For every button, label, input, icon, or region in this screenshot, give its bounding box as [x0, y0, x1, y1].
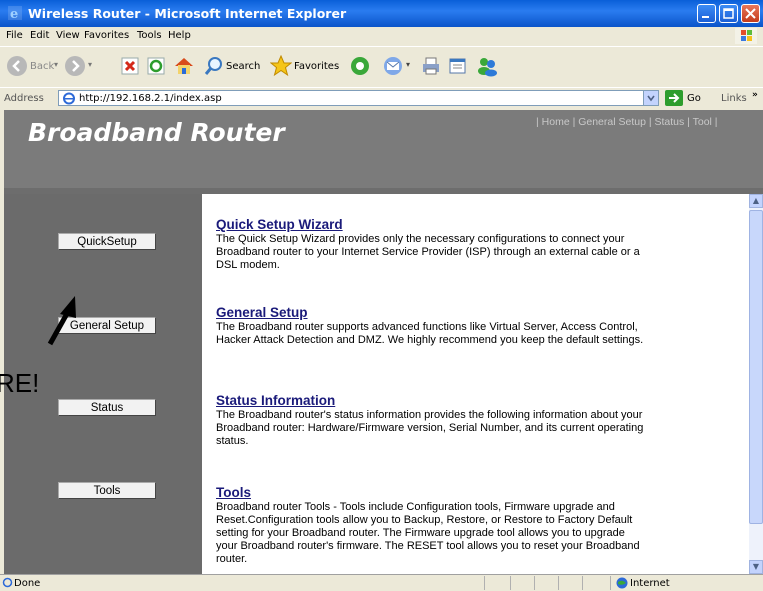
menu-bar: File Edit View Favorites Tools Help [0, 27, 763, 45]
section-general-setup: General Setup The Broadband router suppo… [216, 305, 646, 347]
home-icon [175, 58, 193, 74]
media-button[interactable] [347, 47, 371, 87]
section-status: Status Information The Broadband router'… [216, 393, 646, 448]
print-button[interactable] [419, 47, 443, 87]
main-content: Quick Setup Wizard The Quick Setup Wizar… [202, 194, 748, 574]
messenger-button[interactable] [474, 47, 500, 87]
search-icon [204, 57, 222, 75]
mail-icon [384, 57, 402, 75]
maximize-button[interactable] [719, 4, 738, 23]
tools-link[interactable]: Tools [216, 485, 646, 500]
close-button[interactable] [741, 4, 760, 23]
router-header: Broadband Router | Home | General Setup … [4, 110, 763, 188]
mail-dropdown-icon[interactable]: ▾ [406, 60, 410, 69]
scroll-thumb[interactable] [749, 210, 763, 524]
tools-button[interactable]: Tools [58, 482, 156, 499]
security-zone: Internet [630, 578, 670, 589]
address-dropdown-icon[interactable] [643, 91, 658, 105]
status-info-link[interactable]: Status Information [216, 393, 646, 408]
stop-button[interactable] [119, 47, 143, 87]
favorites-button[interactable]: Favorites [268, 47, 342, 87]
scroll-up-icon[interactable]: ▲ [749, 194, 763, 208]
annotation-text: RE! [0, 368, 40, 398]
favorites-label: Favorites [294, 61, 340, 72]
ie-window: e Wireless Router - Microsoft Internet E… [0, 0, 763, 591]
messenger-icon [478, 58, 497, 77]
favorites-star-icon [270, 55, 292, 77]
links-label[interactable]: Links [721, 93, 747, 104]
minimize-button[interactable] [697, 4, 716, 23]
toolbar: Back ▾ ▾ Search Favorites ▾ [0, 46, 763, 87]
menu-help[interactable]: Help [168, 30, 191, 41]
edit-page-icon [449, 58, 466, 74]
address-url: http://192.168.2.1/index.asp [79, 93, 222, 104]
search-button[interactable]: Search [202, 47, 266, 87]
status-info-desc: The Broadband router's status informatio… [216, 409, 644, 447]
edit-button[interactable] [446, 47, 470, 87]
status-text: Done [14, 578, 41, 589]
tools-desc: Broadband router Tools - Tools include C… [216, 501, 640, 565]
scroll-down-icon[interactable]: ▼ [749, 560, 763, 574]
address-bar: Address http://192.168.2.1/index.asp Go … [0, 87, 763, 110]
vertical-scrollbar[interactable]: ▲ ▼ [749, 194, 763, 574]
general-setup-desc: The Broadband router supports advanced f… [216, 321, 644, 346]
status-button[interactable]: Status [58, 399, 156, 416]
menu-tools[interactable]: Tools [137, 30, 162, 41]
annotation-arrow-icon [47, 296, 76, 346]
title-bar: e Wireless Router - Microsoft Internet E… [0, 0, 763, 27]
refresh-button[interactable] [145, 47, 169, 87]
top-nav-links[interactable]: | Home | General Setup | Status | Tool | [536, 116, 718, 128]
chevron-right-icon[interactable]: » [752, 90, 758, 100]
home-button[interactable] [171, 47, 197, 87]
page-done-icon [2, 577, 13, 588]
print-icon [423, 57, 439, 75]
section-quick-setup: Quick Setup Wizard The Quick Setup Wizar… [216, 217, 646, 272]
refresh-icon [147, 57, 165, 75]
go-label: Go [687, 93, 701, 104]
section-tools: Tools Broadband router Tools - Tools inc… [216, 485, 646, 566]
quick-setup-desc: The Quick Setup Wizard provides only the… [216, 233, 640, 271]
general-setup-link[interactable]: General Setup [216, 305, 646, 320]
go-arrow-icon [665, 90, 683, 106]
search-label: Search [226, 61, 261, 72]
mail-button[interactable]: ▾ [380, 47, 418, 87]
media-icon [351, 57, 369, 75]
internet-globe-icon [616, 577, 628, 589]
quick-setup-link[interactable]: Quick Setup Wizard [216, 217, 646, 232]
windows-logo-icon [735, 28, 757, 44]
address-input[interactable]: http://192.168.2.1/index.asp [58, 90, 659, 106]
status-bar: Done Internet [0, 574, 763, 591]
stop-icon [121, 57, 139, 75]
page-viewport: Broadband Router | Home | General Setup … [4, 110, 763, 574]
